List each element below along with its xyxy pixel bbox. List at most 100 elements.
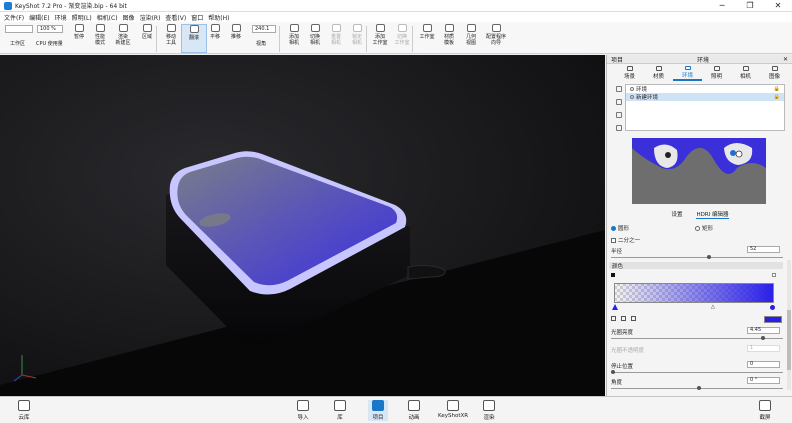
angle-input[interactable]: 0 ° xyxy=(747,377,780,384)
project-button[interactable]: 项目 xyxy=(368,400,388,421)
material-template-icon xyxy=(444,24,454,32)
tab-scene[interactable]: 场景 xyxy=(615,65,644,81)
render-viewport[interactable] xyxy=(0,55,605,396)
panel-left-title: 项目 xyxy=(611,56,624,64)
menu-file[interactable]: 文件(F) xyxy=(4,13,24,22)
screenshot-icon xyxy=(759,400,771,411)
denoise-button[interactable]: 渲染 新建区 xyxy=(110,24,136,46)
radius-input[interactable]: 52 xyxy=(747,246,780,253)
reset-camera-icon xyxy=(331,24,341,32)
move-tool-label: 移动 工具 xyxy=(165,34,176,46)
tab-camera[interactable]: 相机 xyxy=(731,65,760,81)
angle-label: 角度 xyxy=(611,380,623,386)
dolly-button[interactable]: 推移 xyxy=(223,24,249,40)
toolbar-label-workspace: 工作区 xyxy=(10,41,26,47)
tab-environment[interactable]: 环境 xyxy=(673,65,702,81)
keyshotxr-icon xyxy=(447,400,460,411)
gradient-bar[interactable] xyxy=(614,283,774,303)
color-section-header[interactable]: 颜色 xyxy=(609,262,783,270)
toolbar-label-cpu: CPU 使用量 xyxy=(36,41,63,47)
brightness-input[interactable]: 4.45 xyxy=(747,327,780,334)
performance-label: 性能 模式 xyxy=(94,34,105,46)
menu-edit[interactable]: 编辑(E) xyxy=(29,13,49,22)
menu-window[interactable]: 窗口 xyxy=(191,13,203,22)
animation-button[interactable]: 动画 xyxy=(408,400,420,421)
radius-slider[interactable] xyxy=(611,255,783,259)
menu-help[interactable]: 帮助(H) xyxy=(208,13,229,22)
switch-camera-icon xyxy=(310,24,320,32)
half-checkbox[interactable]: 二分之一 xyxy=(611,236,640,244)
menu-image[interactable]: 图像 xyxy=(123,13,135,22)
menu-view[interactable]: 查看(V) xyxy=(165,13,186,22)
gradient-stop-top-icon[interactable] xyxy=(611,273,615,277)
subtab-hdri-editor[interactable]: HDRI 编辑器 xyxy=(696,210,729,219)
keyshotxr-button[interactable]: KeyShotXR xyxy=(438,400,468,419)
dolly-icon xyxy=(231,24,241,32)
menu-environment[interactable]: 环境 xyxy=(55,13,67,22)
delete-stop-icon[interactable] xyxy=(631,316,636,321)
angle-slider[interactable] xyxy=(611,386,783,390)
studio-icon xyxy=(422,24,432,32)
studio-label: 工作室 xyxy=(419,34,435,40)
gradient-midpoint-icon[interactable]: △ xyxy=(711,304,715,310)
delete-icon[interactable] xyxy=(616,125,622,131)
menu-bar: 文件(F) 编辑(E) 环境 照明(L) 相机(C) 图像 渲染(R) 查看(V… xyxy=(0,12,792,22)
configurator-wizard-button[interactable]: 配置程序 向导 xyxy=(481,24,511,46)
hdri-preview[interactable] xyxy=(632,138,766,204)
minimize-button[interactable]: ─ xyxy=(708,0,736,12)
stop-position-slider[interactable] xyxy=(611,370,783,374)
menu-render[interactable]: 渲染(R) xyxy=(140,13,161,22)
picker-icon[interactable] xyxy=(611,316,616,321)
gradient-stop-left-icon[interactable] xyxy=(612,304,618,310)
performance-icon xyxy=(95,24,105,32)
subtab-settings[interactable]: 设置 xyxy=(671,210,682,219)
stop-position-input[interactable]: 0 xyxy=(747,361,780,368)
cloud-icon xyxy=(18,400,30,411)
render-button[interactable]: 渲染 xyxy=(483,400,495,421)
maximize-button[interactable]: ❐ xyxy=(736,0,764,12)
library-button[interactable]: 库 xyxy=(334,400,346,421)
environment-list: 环境 🔒 新建环境 🔒 xyxy=(625,84,785,131)
list-item[interactable]: 环境 🔒 xyxy=(626,85,784,93)
panel-header: 项目 环境 ✕ xyxy=(607,55,792,64)
lock-icon: 🔒 xyxy=(773,86,780,92)
shape-rect-option[interactable]: 矩形 xyxy=(695,224,713,232)
menu-camera[interactable]: 相机(C) xyxy=(97,13,118,22)
tumble-label: 翻滚 xyxy=(188,35,199,41)
list-item[interactable]: 新建环境 🔒 xyxy=(626,93,784,101)
color-swatch[interactable] xyxy=(764,316,782,323)
brightness-label: 光圈亮度 xyxy=(611,330,634,336)
geometry-view-icon xyxy=(466,24,476,32)
opacity-input[interactable]: 1 xyxy=(747,345,780,352)
configurator-icon xyxy=(491,24,501,32)
panel-scrollbar[interactable] xyxy=(787,260,791,390)
tab-lighting[interactable]: 照明 xyxy=(702,65,731,81)
workspace-select[interactable] xyxy=(5,25,33,33)
menu-lighting[interactable]: 照明(L) xyxy=(72,13,92,22)
add-stop-icon[interactable] xyxy=(621,316,626,321)
panel-close-icon[interactable]: ✕ xyxy=(783,56,788,63)
tab-image[interactable]: 图像 xyxy=(760,65,789,81)
move-tool-icon xyxy=(166,24,176,32)
pause-icon xyxy=(74,24,84,32)
duplicate-icon[interactable] xyxy=(616,86,622,92)
shape-circle-option[interactable]: 圆形 xyxy=(611,224,629,232)
fov-input[interactable]: 240.1 xyxy=(252,25,276,33)
cpu-usage-select[interactable]: 100 % xyxy=(37,25,63,33)
close-button[interactable]: ✕ xyxy=(764,0,792,12)
add-studio-icon xyxy=(375,24,385,32)
add-environment-icon[interactable] xyxy=(616,99,622,105)
gradient-stop-right-icon[interactable] xyxy=(770,305,775,310)
geometry-view-label: 几何 视图 xyxy=(465,34,476,46)
screenshot-button[interactable]: 截屏 xyxy=(759,400,771,421)
switch-studio-label: 切换 工作室 xyxy=(394,34,410,46)
lock-camera-icon xyxy=(352,24,362,32)
gradient-stop-end-icon[interactable] xyxy=(772,273,776,277)
tab-material[interactable]: 材质 xyxy=(644,65,673,81)
brightness-slider[interactable] xyxy=(611,336,783,340)
reset-camera-label: 重置 相机 xyxy=(330,34,341,46)
import-button[interactable]: 导入 xyxy=(297,400,309,421)
cloud-library-button[interactable]: 云库 xyxy=(18,400,30,421)
region-icon xyxy=(142,24,152,32)
copy-icon[interactable] xyxy=(616,112,622,118)
